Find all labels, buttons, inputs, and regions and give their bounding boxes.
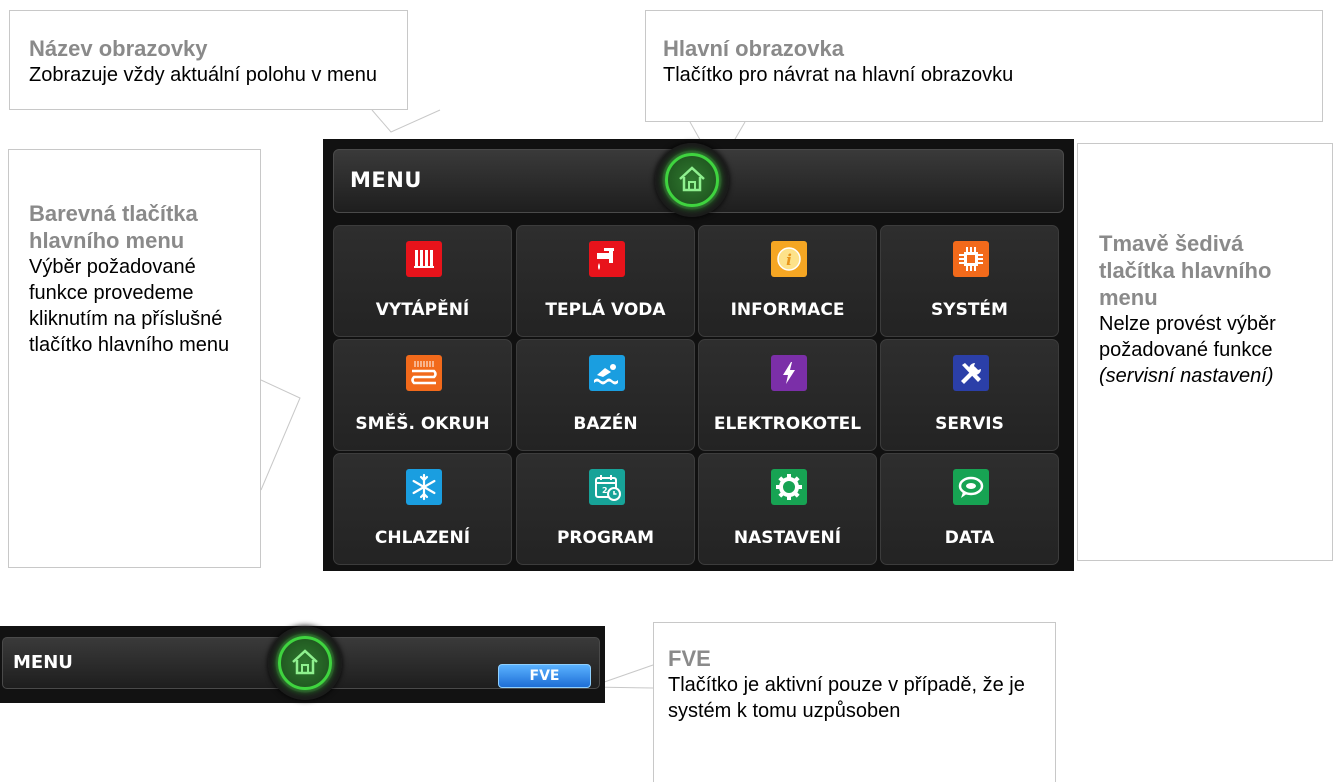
calendar-clock-icon: 2	[589, 469, 625, 505]
menu-tile-label: TEPLÁ VODA	[545, 300, 666, 320]
menu-tile-vytápění[interactable]: VYTÁPĚNÍ	[333, 225, 512, 337]
callout-title: FVE	[668, 646, 711, 671]
radiator-icon	[406, 241, 442, 277]
screen-title: MENU	[13, 652, 73, 673]
svg-text:2: 2	[602, 486, 608, 495]
menu-tile-label: SYSTÉM	[931, 300, 1008, 320]
menu-tile-label: VYTÁPĚNÍ	[375, 300, 470, 320]
screen-title: MENU	[350, 168, 422, 192]
menu-bar-fve-variant: MENU FVE	[0, 626, 605, 703]
menu-tile-informace[interactable]: i INFORMACE	[698, 225, 877, 337]
callout-text: Zobrazuje vždy aktuální polohu v menu	[29, 64, 377, 86]
menu-tile-label: ELEKTROKOTEL	[713, 414, 862, 434]
menu-tile-teplá-voda[interactable]: TEPLÁ VODA	[516, 225, 695, 337]
menu-tile-label: BAZÉN	[573, 414, 638, 434]
home-button[interactable]	[655, 143, 729, 217]
callout-colored-buttons: Barevná tlačítka hlavního menu Výběr pož…	[8, 149, 261, 568]
home-icon	[679, 166, 705, 192]
menu-tile-chlazení[interactable]: CHLAZENÍ	[333, 453, 512, 565]
menu-tile-program[interactable]: 2 PROGRAM	[516, 453, 695, 565]
callout-text: Výběr požadované funkce provedeme kliknu…	[29, 256, 230, 356]
menu-tile-systém[interactable]: SYSTÉM	[880, 225, 1059, 337]
menu-tile-směš-okruh[interactable]: SMĚŠ. OKRUH	[333, 339, 512, 451]
callout-text: Nelze provést výběr požadované funkce	[1099, 313, 1276, 361]
menu-tile-data[interactable]: DATA	[880, 453, 1059, 565]
menu-tile-nastavení[interactable]: NASTAVENÍ	[698, 453, 877, 565]
swimmer-icon	[589, 355, 625, 391]
fve-button[interactable]: FVE	[498, 664, 591, 688]
chat-icon	[953, 469, 989, 505]
gear-icon	[771, 469, 807, 505]
callout-fve: FVE Tlačítko je aktivní pouze v případě,…	[653, 622, 1056, 782]
lightning-icon	[771, 355, 807, 391]
menu-tile-label: PROGRAM	[556, 528, 655, 548]
callout-text: Tlačítko je aktivní pouze v případě, že …	[668, 674, 1025, 722]
menu-tile-label: CHLAZENÍ	[374, 528, 471, 548]
menu-tile-label: NASTAVENÍ	[733, 528, 842, 548]
callout-title: Název obrazovky	[29, 36, 208, 61]
home-button[interactable]	[268, 626, 342, 700]
callout-title: Tmavě šedivá tlačítka hlavního menu	[1099, 231, 1272, 310]
tap-icon	[589, 241, 625, 277]
menu-tile-label: DATA	[944, 528, 995, 548]
menu-tile-servis[interactable]: SERVIS	[880, 339, 1059, 451]
menu-screen: MENU VYTÁPĚNÍ TEPLÁ VODA i INFORMACE SYSTÉM S…	[323, 139, 1074, 571]
tools-icon	[953, 355, 989, 391]
menu-tile-label: INFORMACE	[730, 300, 845, 320]
callout-title: Hlavní obrazovka	[663, 36, 844, 61]
callout-title: Barevná tlačítka hlavního menu	[29, 201, 198, 253]
svg-text:i: i	[786, 251, 792, 269]
chip-icon	[953, 241, 989, 277]
menu-tile-label: SERVIS	[935, 414, 1004, 434]
floor-heating-icon	[406, 355, 442, 391]
menu-tile-label: SMĚŠ. OKRUH	[355, 414, 490, 434]
home-icon	[292, 649, 318, 675]
callout-note: (servisní nastavení)	[1099, 365, 1274, 387]
callout-home: Hlavní obrazovka Tlačítko pro návrat na …	[645, 10, 1323, 122]
snowflake-icon	[406, 469, 442, 505]
callout-text: Tlačítko pro návrat na hlavní obrazovku	[663, 64, 1014, 86]
callout-screen-name: Název obrazovky Zobrazuje vždy aktuální …	[9, 10, 408, 110]
menu-tile-elektrokotel[interactable]: ELEKTROKOTEL	[698, 339, 877, 451]
menu-tile-bazén[interactable]: BAZÉN	[516, 339, 695, 451]
info-icon: i	[771, 241, 807, 277]
callout-grey-buttons: Tmavě šedivá tlačítka hlavního menu Nelz…	[1077, 143, 1333, 561]
